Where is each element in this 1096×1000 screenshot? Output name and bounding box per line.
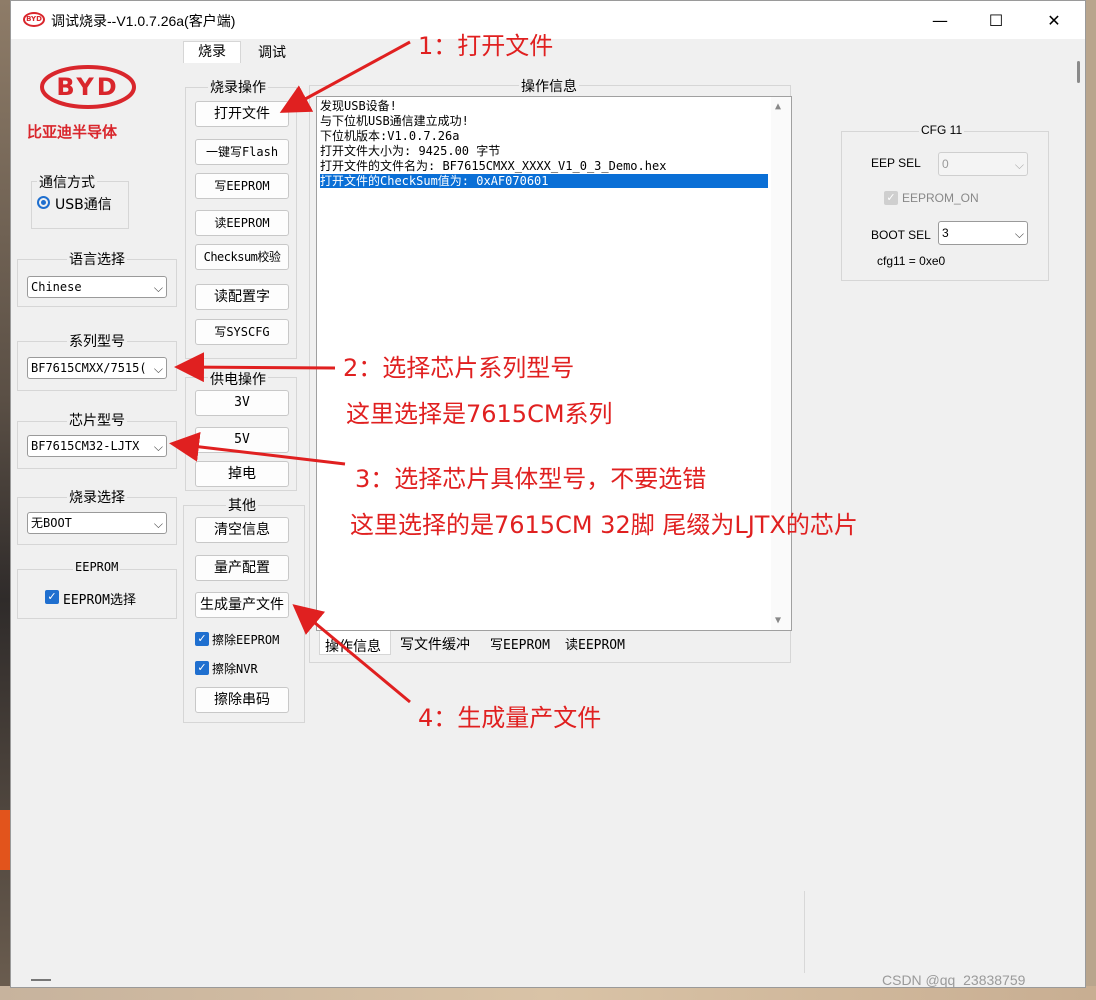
annotation-3-line1: 3：选择芯片具体型号，不要选错	[355, 465, 707, 493]
arrow-3	[169, 431, 346, 466]
arrow-1	[279, 40, 411, 113]
arrow-2	[174, 352, 336, 383]
annotation-3-line2: 这里选择的是7615CM 32脚 尾缀为LJTX的芯片	[350, 511, 858, 539]
annotation-4: 4：生成量产文件	[418, 704, 602, 732]
arrow-4	[292, 604, 411, 704]
annotation-2-line1: 2：选择芯片系列型号	[343, 354, 575, 382]
annotation-1: 1：打开文件	[418, 32, 554, 60]
watermark: CSDN @qq_23838759	[882, 972, 1026, 988]
annotation-arrows	[169, 40, 411, 704]
annotation-2-line2: 这里选择是7615CM系列	[346, 400, 613, 428]
